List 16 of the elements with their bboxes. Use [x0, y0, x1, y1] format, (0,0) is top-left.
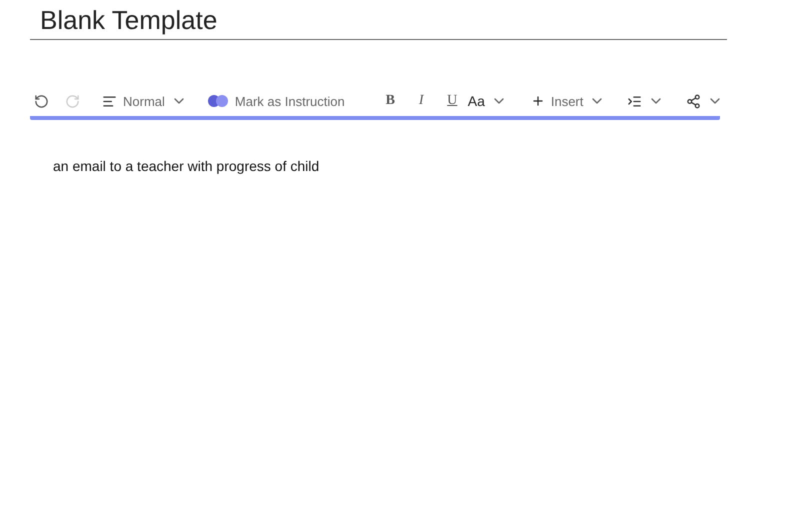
redo-icon [65, 94, 80, 108]
mark-instruction-button[interactable]: Mark as Instruction [206, 94, 345, 108]
share-icon [686, 94, 702, 108]
font-size-dropdown[interactable]: Aa [468, 93, 507, 109]
linked-circles-icon [206, 94, 229, 108]
indent-icon [627, 94, 642, 108]
underline-button[interactable]: U [436, 93, 468, 109]
undo-icon [34, 94, 49, 108]
insert-dropdown[interactable]: Insert [530, 93, 606, 109]
plus-icon [530, 94, 545, 108]
paragraph-style-dropdown[interactable]: Normal [102, 93, 187, 109]
document-title: Blank Template [30, 0, 727, 40]
bold-button[interactable]: B [374, 93, 406, 109]
text-lines-icon [102, 94, 117, 108]
italic-button[interactable]: I [406, 93, 437, 109]
body-text[interactable]: an email to a teacher with progress of child [53, 158, 800, 174]
